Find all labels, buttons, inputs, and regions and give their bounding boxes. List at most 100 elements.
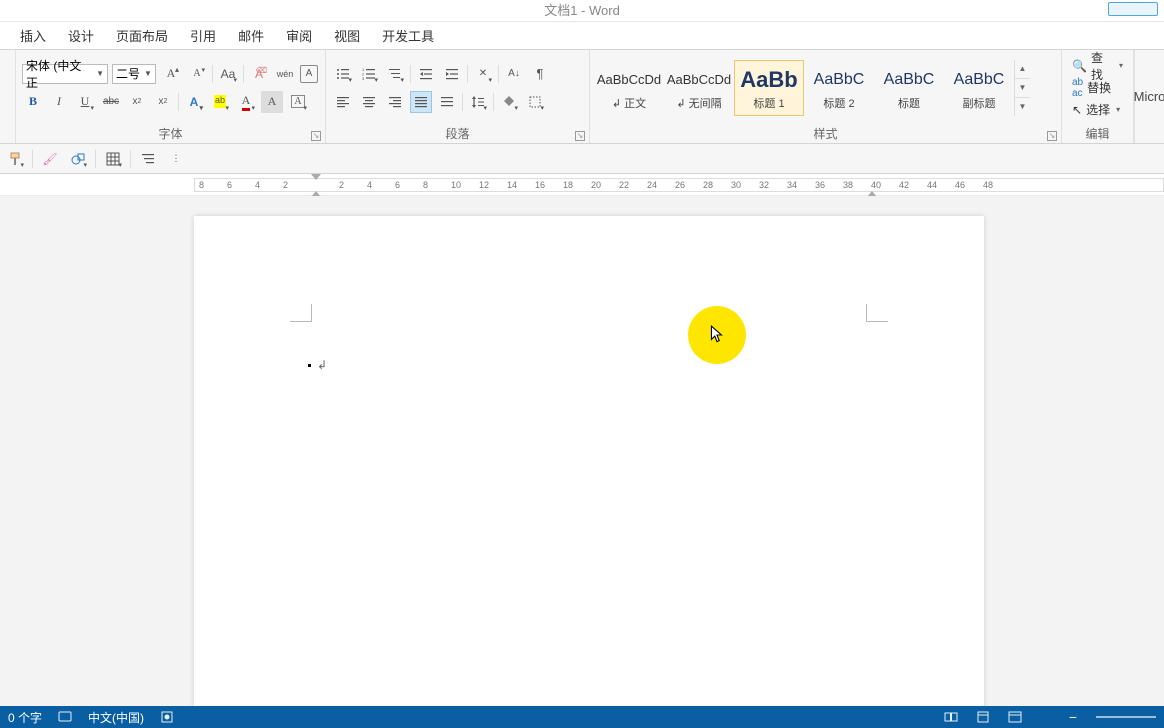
clear-formatting-button[interactable]: A⌫ bbox=[248, 63, 270, 85]
strikethrough-button[interactable]: abc bbox=[100, 91, 122, 113]
superscript-button[interactable]: x2 bbox=[152, 91, 174, 113]
page[interactable]: ↲ bbox=[194, 216, 984, 706]
ruler-tick: 46 bbox=[955, 180, 965, 190]
qat-table[interactable]: ▾ bbox=[102, 148, 124, 170]
italic-button[interactable]: I bbox=[48, 91, 70, 113]
select-button[interactable]: ↖选择▾ bbox=[1068, 99, 1127, 121]
ruler-tick: 2 bbox=[339, 180, 344, 190]
sort-button[interactable]: A↓ bbox=[503, 63, 525, 85]
shrink-font-button[interactable]: A▾ bbox=[186, 63, 208, 85]
styles-scroll-down[interactable]: ▼ bbox=[1015, 79, 1030, 98]
replace-button[interactable]: abac替换 bbox=[1068, 77, 1127, 99]
qat-brush[interactable]: 🖌 bbox=[39, 148, 61, 170]
grow-font-button[interactable]: A▴ bbox=[160, 63, 182, 85]
web-layout-button[interactable] bbox=[1006, 709, 1024, 725]
tab-mail[interactable]: 邮件 bbox=[238, 26, 264, 45]
styles-group-label: 样式↘ bbox=[590, 125, 1061, 143]
font-dialog-launcher[interactable]: ↘ bbox=[311, 131, 321, 141]
ruler-tick: 48 bbox=[983, 180, 993, 190]
styles-gallery: AaBbCcDd↲ 正文AaBbCcDd↲ 无间隔AaBb标题 1AaBbC标题… bbox=[592, 58, 1059, 118]
zoom-out-button[interactable]: − bbox=[1064, 709, 1082, 725]
style-item-3[interactable]: AaBbC标题 2 bbox=[804, 60, 874, 116]
style-preview: AaBb bbox=[740, 65, 797, 95]
bullets-button[interactable]: ▾ bbox=[332, 63, 354, 85]
underline-button[interactable]: U▾ bbox=[74, 91, 96, 113]
separator bbox=[493, 93, 494, 111]
style-item-5[interactable]: AaBbC副标题 bbox=[944, 60, 1014, 116]
change-case-button[interactable]: Aa▾ bbox=[217, 63, 239, 85]
tab-view[interactable]: 视图 bbox=[334, 26, 360, 45]
increase-indent-button[interactable] bbox=[441, 63, 463, 85]
print-layout-button[interactable] bbox=[974, 709, 992, 725]
document-area[interactable]: ↲ bbox=[0, 196, 1164, 706]
find-button[interactable]: 🔍查找▾ bbox=[1068, 55, 1127, 77]
ruler-tick: 8 bbox=[423, 180, 428, 190]
horizontal-ruler[interactable]: 8642246810121416182022242628303234363840… bbox=[0, 174, 1164, 196]
numbering-button[interactable]: 123▾ bbox=[358, 63, 380, 85]
shading-button[interactable]: ▾ bbox=[498, 91, 520, 113]
quick-access-toolbar: ▾ 🖌 ▾ ▾ ⋮ bbox=[0, 144, 1164, 174]
highlight-color-button[interactable]: ab▾ bbox=[209, 91, 231, 113]
macro-icon[interactable] bbox=[158, 709, 176, 725]
distribute-button[interactable] bbox=[436, 91, 458, 113]
font-color-button[interactable]: A▾ bbox=[235, 91, 257, 113]
character-border-button[interactable]: A▾ bbox=[287, 91, 309, 113]
first-line-indent-marker[interactable] bbox=[311, 174, 321, 180]
word-count[interactable]: 0 个字 bbox=[8, 709, 42, 726]
styles-scroll-up[interactable]: ▲ bbox=[1015, 60, 1030, 79]
style-item-0[interactable]: AaBbCcDd↲ 正文 bbox=[594, 60, 664, 116]
separator bbox=[95, 150, 96, 168]
tab-design[interactable]: 设计 bbox=[68, 26, 94, 45]
ruler-tick: 40 bbox=[871, 180, 881, 190]
align-left-button[interactable] bbox=[332, 91, 354, 113]
qat-format-painter[interactable]: ▾ bbox=[4, 148, 26, 170]
group-paragraph: ▾ 123▾ ▾ ✕▾ A↓ ¶ ▾ ▾ bbox=[326, 50, 590, 143]
decrease-indent-button[interactable] bbox=[415, 63, 437, 85]
separator bbox=[243, 65, 244, 83]
zoom-slider[interactable] bbox=[1096, 716, 1156, 718]
styles-dialog-launcher[interactable]: ↘ bbox=[1047, 131, 1057, 141]
asian-layout-button[interactable]: ✕▾ bbox=[472, 63, 494, 85]
qat-shape[interactable]: ▾ bbox=[67, 148, 89, 170]
margin-corner-tl bbox=[290, 304, 312, 322]
subscript-button[interactable]: x2 bbox=[126, 91, 148, 113]
borders-button[interactable]: ▾ bbox=[524, 91, 546, 113]
tab-references[interactable]: 引用 bbox=[190, 26, 216, 45]
tab-insert[interactable]: 插入 bbox=[20, 26, 46, 45]
text-effects-button[interactable]: A▾ bbox=[183, 91, 205, 113]
styles-expand[interactable]: ▼ bbox=[1015, 98, 1030, 116]
qat-more[interactable]: ⋮ bbox=[165, 148, 187, 170]
tab-review[interactable]: 审阅 bbox=[286, 26, 312, 45]
ribbon-tabs: 插入 设计 页面布局 引用 邮件 审阅 视图 开发工具 bbox=[0, 22, 1164, 50]
bold-button[interactable]: B bbox=[22, 91, 44, 113]
spellcheck-icon[interactable] bbox=[56, 709, 74, 725]
show-marks-button[interactable]: ¶ bbox=[529, 63, 551, 85]
phonetic-guide-button[interactable]: wén bbox=[274, 63, 296, 85]
ruler-tick: 4 bbox=[255, 180, 260, 190]
ruler-tick: 10 bbox=[451, 180, 461, 190]
paragraph-dialog-launcher[interactable]: ↘ bbox=[575, 131, 585, 141]
read-mode-button[interactable] bbox=[942, 709, 960, 725]
multilevel-list-button[interactable]: ▾ bbox=[384, 63, 406, 85]
tab-developer[interactable]: 开发工具 bbox=[382, 26, 434, 45]
ruler-tick: 12 bbox=[479, 180, 489, 190]
font-size-combo[interactable]: 二号▼ bbox=[112, 64, 156, 84]
style-item-4[interactable]: AaBbC标题 bbox=[874, 60, 944, 116]
arrow-cursor-icon bbox=[709, 325, 725, 345]
font-name-combo[interactable]: 宋体 (中文正▼ bbox=[22, 64, 108, 84]
character-shading-button[interactable]: A bbox=[261, 91, 283, 113]
line-spacing-button[interactable]: ▾ bbox=[467, 91, 489, 113]
style-item-1[interactable]: AaBbCcDd↲ 无间隔 bbox=[664, 60, 734, 116]
align-right-button[interactable] bbox=[384, 91, 406, 113]
align-center-button[interactable] bbox=[358, 91, 380, 113]
language-status[interactable]: 中文(中国) bbox=[88, 709, 144, 726]
enclose-characters-button[interactable]: A bbox=[300, 65, 318, 83]
tab-pagelayout[interactable]: 页面布局 bbox=[116, 26, 168, 45]
qat-outline[interactable] bbox=[137, 148, 159, 170]
cursor-icon: ↖ bbox=[1072, 103, 1082, 117]
window-control-placeholder[interactable] bbox=[1108, 2, 1158, 16]
ruler-tick: 14 bbox=[507, 180, 517, 190]
ruler-tick: 24 bbox=[647, 180, 657, 190]
align-justify-button[interactable] bbox=[410, 91, 432, 113]
style-item-2[interactable]: AaBb标题 1 bbox=[734, 60, 804, 116]
